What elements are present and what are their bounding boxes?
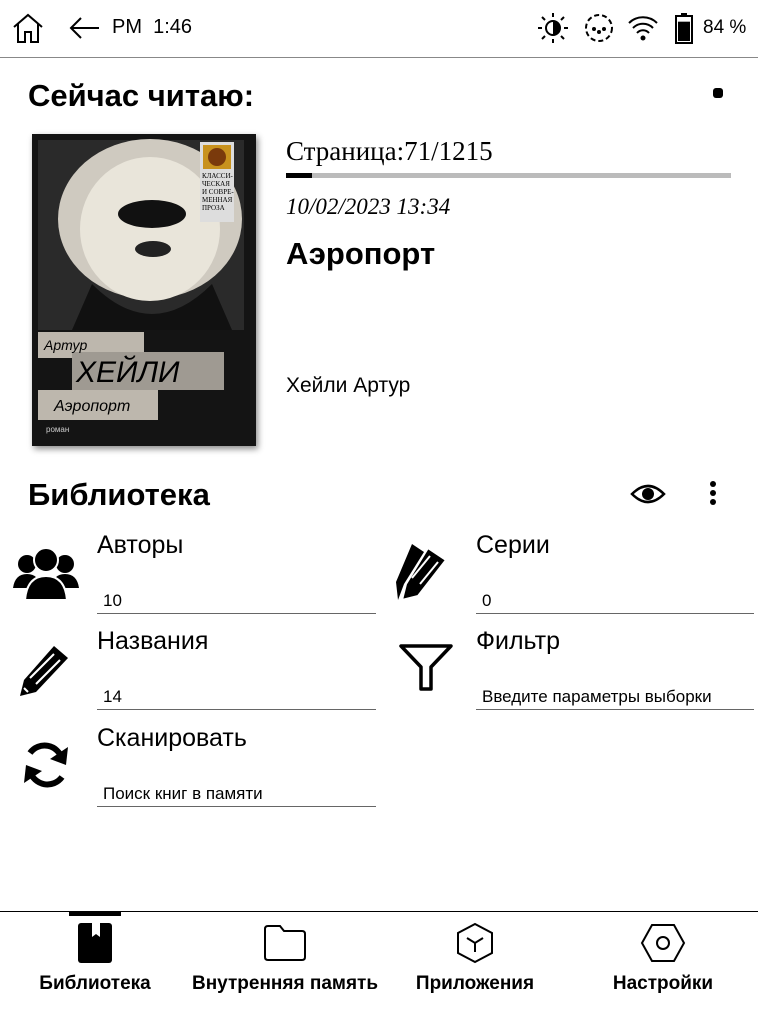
nav-settings[interactable]: Настройки (568, 912, 758, 1025)
tile-series-label: Серии (476, 531, 550, 559)
svg-text:ЧЕСКАЯ: ЧЕСКАЯ (202, 180, 230, 188)
tile-authors-count: 10 (97, 588, 376, 614)
sync-icon[interactable] (582, 12, 616, 44)
book-icon (0, 920, 190, 966)
book-title[interactable]: Аэропорт (286, 236, 435, 272)
tile-series[interactable]: Серии 0 (380, 528, 758, 618)
tile-titles[interactable]: Названия 14 (0, 624, 380, 714)
brightness-icon[interactable] (536, 12, 570, 44)
tile-scan-hint: Поиск книг в памяти (97, 781, 376, 807)
cover-genre: роман (46, 425, 69, 434)
tile-filter-label: Фильтр (476, 627, 560, 655)
tile-scan[interactable]: Сканировать Поиск книг в памяти (0, 721, 380, 811)
battery-icon (672, 12, 696, 44)
home-icon[interactable] (10, 12, 46, 44)
hexagon-gear-icon (568, 920, 758, 966)
nav-library[interactable]: Библиотека (0, 912, 190, 1025)
battery-percent: 84 % (703, 17, 747, 38)
book-cover[interactable]: КЛАССИ- ЧЕСКАЯ И СОВРЕ- МЕННАЯ ПРОЗА Артур Х… (32, 134, 256, 446)
tile-scan-label: Сканировать (97, 724, 247, 752)
nav-library-label: Библиотека (39, 973, 151, 994)
clock: PM 1:46 (112, 16, 193, 38)
wifi-icon[interactable] (626, 12, 660, 44)
pencil-icon (8, 634, 80, 706)
now-reading-heading: Сейчас читаю: (28, 78, 255, 113)
tile-series-count: 0 (476, 588, 754, 614)
status-bar: PM 1:46 84 % (0, 0, 758, 58)
cover-author-first: Артур (43, 337, 87, 353)
svg-text:И СОВРЕ-: И СОВРЕ- (202, 188, 234, 196)
library-heading: Библиотека (28, 477, 210, 512)
reading-progress-bar (286, 173, 731, 178)
svg-text:ПРОЗА: ПРОЗА (202, 204, 225, 212)
book-author: Хейли Артур (286, 374, 411, 397)
library-menu-icon[interactable] (700, 480, 726, 513)
nav-apps[interactable]: Приложения (380, 912, 570, 1025)
pencil-tags-icon (388, 534, 460, 606)
tile-titles-count: 14 (97, 684, 376, 710)
tile-filter-hint: Введите параметры выборки (476, 684, 754, 710)
cover-title: Аэропорт (53, 398, 130, 415)
nav-storage[interactable]: Внутренняя память (190, 912, 380, 1025)
tile-titles-label: Названия (97, 627, 209, 655)
tile-authors[interactable]: Авторы 10 (0, 528, 380, 618)
tile-authors-label: Авторы (97, 531, 184, 559)
nav-apps-label: Приложения (415, 973, 535, 994)
bottom-navigation: Библиотека Внутренняя память Приложения … (0, 911, 758, 1025)
cover-author-last: ХЕЙЛИ (75, 355, 180, 389)
page-counter: Страница:71/1215 (286, 136, 493, 166)
reading-progress-fill (286, 173, 312, 178)
filter-icon (390, 632, 462, 704)
back-arrow-icon[interactable] (66, 12, 102, 44)
svg-text:КЛАССИ-: КЛАССИ- (202, 172, 234, 180)
svg-text:МЕННАЯ: МЕННАЯ (202, 196, 233, 204)
refresh-icon (10, 729, 82, 801)
users-icon (10, 536, 82, 608)
nav-settings-label: Настройки (612, 973, 714, 994)
nav-storage-label: Внутренняя память (191, 973, 379, 994)
folder-icon (190, 920, 380, 966)
last-read-date: 10/02/2023 13:34 (286, 194, 451, 219)
eye-icon[interactable] (630, 482, 666, 511)
cube-icon (380, 920, 570, 966)
tile-filter[interactable]: Фильтр Введите параметры выборки (380, 624, 758, 714)
now-reading-menu-icon[interactable] (713, 88, 723, 98)
